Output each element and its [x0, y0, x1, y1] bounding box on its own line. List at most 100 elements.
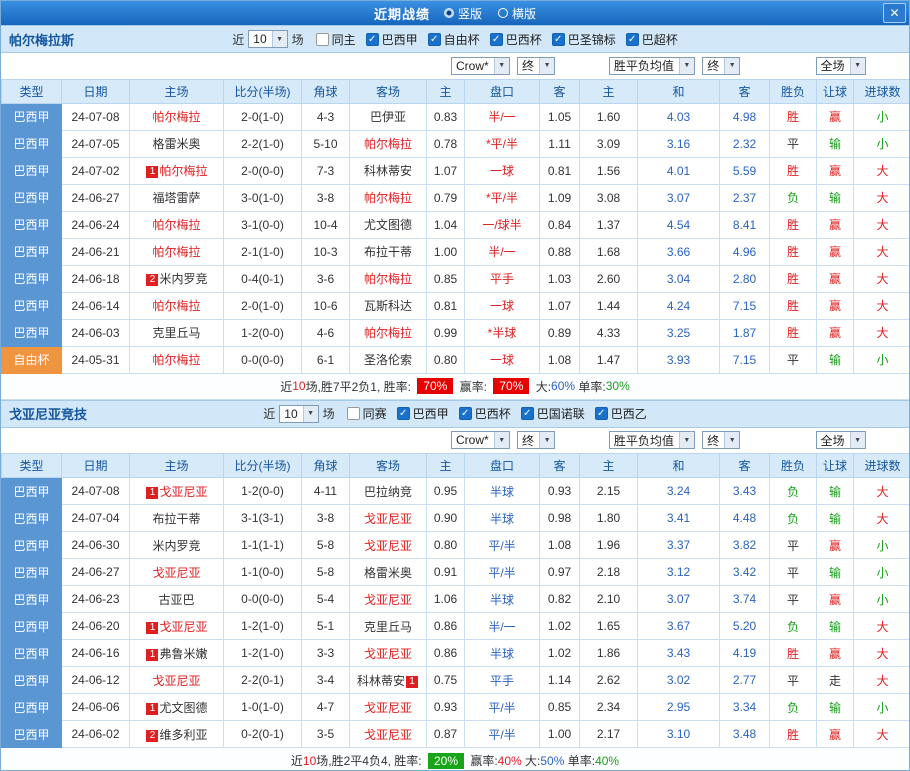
recent-count-select[interactable]: 10 ▼ [279, 405, 318, 423]
odds-home-cell: 2.15 [580, 478, 638, 505]
column-header: 进球数 [854, 454, 910, 478]
select-value: 终 [522, 432, 539, 449]
bookmaker-state-select[interactable]: 终▼ [517, 431, 555, 449]
column-header: 日期 [62, 454, 130, 478]
summary-token: 60% [551, 379, 575, 393]
handicap-result-cell: 赢 [817, 319, 854, 346]
league-filter-checkbox[interactable]: ✓自由杯 [428, 31, 480, 48]
league-cell: 巴西甲 [2, 559, 62, 586]
asian-odds-filters: Crow*▼ 终▼ [427, 428, 580, 454]
league-filter-list: 同赛 ✓巴西甲 ✓巴西杯 ✓巴国诺联 ✓巴西乙 [347, 405, 647, 422]
handicap-cell: 半球 [465, 586, 540, 613]
ah-home-odds-cell: 0.83 [427, 103, 465, 130]
league-filter-checkbox[interactable]: ✓巴西杯 [490, 31, 542, 48]
team-name-text: 戈亚尼亚 [159, 620, 207, 634]
select-value: 终 [707, 57, 724, 74]
handicap-result-cell: 输 [817, 130, 854, 157]
close-button[interactable]: ✕ [883, 3, 906, 23]
league-filter-checkbox[interactable]: ✓巴国诺联 [521, 405, 585, 422]
ah-away-odds-cell: 1.02 [540, 613, 580, 640]
goals-cell: 大 [854, 667, 910, 694]
league-filter-checkbox[interactable]: ✓巴西杯 [459, 405, 511, 422]
handicap-result-cell: 赢 [817, 292, 854, 319]
recent-results-popup: 近期战绩 竖版 横版 ✕ 帕尔梅拉斯 近 10 ▼ 场 [0, 0, 910, 771]
odds-away-cell: 7.15 [720, 292, 770, 319]
scope-select[interactable]: 全场▼ [816, 431, 866, 449]
league-filter-checkbox[interactable]: ✓巴圣锦标 [552, 31, 616, 48]
league-cell: 巴西甲 [2, 694, 62, 721]
league-filter-checkbox[interactable]: ✓巴西甲 [366, 31, 418, 48]
odds-away-cell: 3.48 [720, 721, 770, 748]
ah-home-odds-cell: 0.86 [427, 640, 465, 667]
popup-title: 近期战绩 [374, 4, 430, 23]
handicap-cell: *平/半 [465, 130, 540, 157]
score-cell: 3-0(1-0) [224, 184, 302, 211]
league-filter-checkbox[interactable]: 同主 [316, 31, 356, 48]
ah-home-odds-cell: 0.87 [427, 721, 465, 748]
away-team-cell: 巴伊亚 [350, 103, 427, 130]
date-cell: 24-06-20 [62, 613, 130, 640]
bookmaker-select[interactable]: Crow*▼ [451, 57, 510, 75]
chevron-down-icon: ▼ [539, 432, 554, 448]
scope-select[interactable]: 全场▼ [816, 57, 866, 75]
summary-token: 近 [280, 378, 292, 395]
handicap-cell: 一/球半 [465, 211, 540, 238]
result-cell: 胜 [770, 292, 817, 319]
asian-odds-filters: Crow*▼ 终▼ [427, 53, 580, 79]
handicap-cell: 半球 [465, 505, 540, 532]
team-name-text: 科林蒂安 [357, 674, 405, 688]
close-icon: ✕ [889, 6, 899, 20]
bookmaker-state-select[interactable]: 终▼ [517, 57, 555, 75]
league-filter-checkbox[interactable]: ✓巴超杯 [626, 31, 678, 48]
home-team-cell: 布拉干蒂 [130, 505, 224, 532]
bookmaker-select[interactable]: Crow*▼ [451, 431, 510, 449]
checkbox-label: 自由杯 [444, 31, 480, 48]
europe-odds-select[interactable]: 胜平负均值▼ [609, 57, 695, 75]
ah-home-odds-cell: 1.07 [427, 157, 465, 184]
europe-state-select[interactable]: 终▼ [702, 431, 740, 449]
odds-away-cell: 3.82 [720, 532, 770, 559]
odds-home-cell: 2.34 [580, 694, 638, 721]
recent-count-select[interactable]: 10 ▼ [248, 30, 287, 48]
handicap-cell: 半球 [465, 640, 540, 667]
red-card-badge: 1 [146, 649, 158, 661]
ah-home-odds-cell: 1.04 [427, 211, 465, 238]
layout-horizontal-radio[interactable]: 横版 [498, 5, 536, 22]
team-name-text: 圣洛伦索 [364, 353, 412, 367]
ah-away-odds-cell: 1.08 [540, 346, 580, 373]
result-cell: 胜 [770, 238, 817, 265]
matches-table: Crow*▼ 终▼ 胜平负均值▼ 终▼ 全场▼ 类型 日期 主场 比分(半场) [1, 428, 910, 749]
checkbox-checked-icon: ✓ [459, 407, 472, 420]
score-cell: 1-2(1-0) [224, 613, 302, 640]
column-header: 主 [580, 454, 638, 478]
match-row: 自由杯24-05-31帕尔梅拉0-0(0-0)6-1圣洛伦索0.80一球1.08… [2, 346, 910, 373]
europe-state-select[interactable]: 终▼ [702, 57, 740, 75]
scope-filter: 全场▼ [770, 428, 910, 454]
date-cell: 24-06-03 [62, 319, 130, 346]
odds-draw-cell: 3.12 [638, 559, 720, 586]
match-row: 巴西甲24-06-24帕尔梅拉3-1(0-0)10-4尤文图德1.04一/球半0… [2, 211, 910, 238]
team-name-text: 尤文图德 [364, 218, 412, 232]
league-filter-checkbox[interactable]: 同赛 [347, 405, 387, 422]
league-filter-checkbox[interactable]: ✓巴西乙 [595, 405, 647, 422]
corners-cell: 3-8 [302, 184, 350, 211]
handicap-cell: 半球 [465, 478, 540, 505]
column-header: 胜负 [770, 454, 817, 478]
checkbox-label: 同赛 [363, 405, 387, 422]
match-row: 巴西甲24-06-161弗鲁米嫩1-2(1-0)3-3戈亚尼亚0.86半球1.0… [2, 640, 910, 667]
goals-cell: 大 [854, 265, 910, 292]
layout-vertical-radio[interactable]: 竖版 [444, 5, 482, 22]
scope-filter: 全场▼ [770, 53, 910, 79]
ah-home-odds-cell: 0.80 [427, 346, 465, 373]
away-team-cell: 帕尔梅拉 [350, 130, 427, 157]
filter-spacer [2, 428, 427, 454]
corners-cell: 3-4 [302, 667, 350, 694]
odds-away-cell: 2.77 [720, 667, 770, 694]
league-filter-checkbox[interactable]: ✓巴西甲 [397, 405, 449, 422]
recent-suffix: 场 [323, 405, 335, 422]
europe-odds-select[interactable]: 胜平负均值▼ [609, 431, 695, 449]
ah-home-odds-cell: 1.06 [427, 586, 465, 613]
date-cell: 24-07-05 [62, 130, 130, 157]
result-cell: 平 [770, 532, 817, 559]
corners-cell: 6-1 [302, 346, 350, 373]
